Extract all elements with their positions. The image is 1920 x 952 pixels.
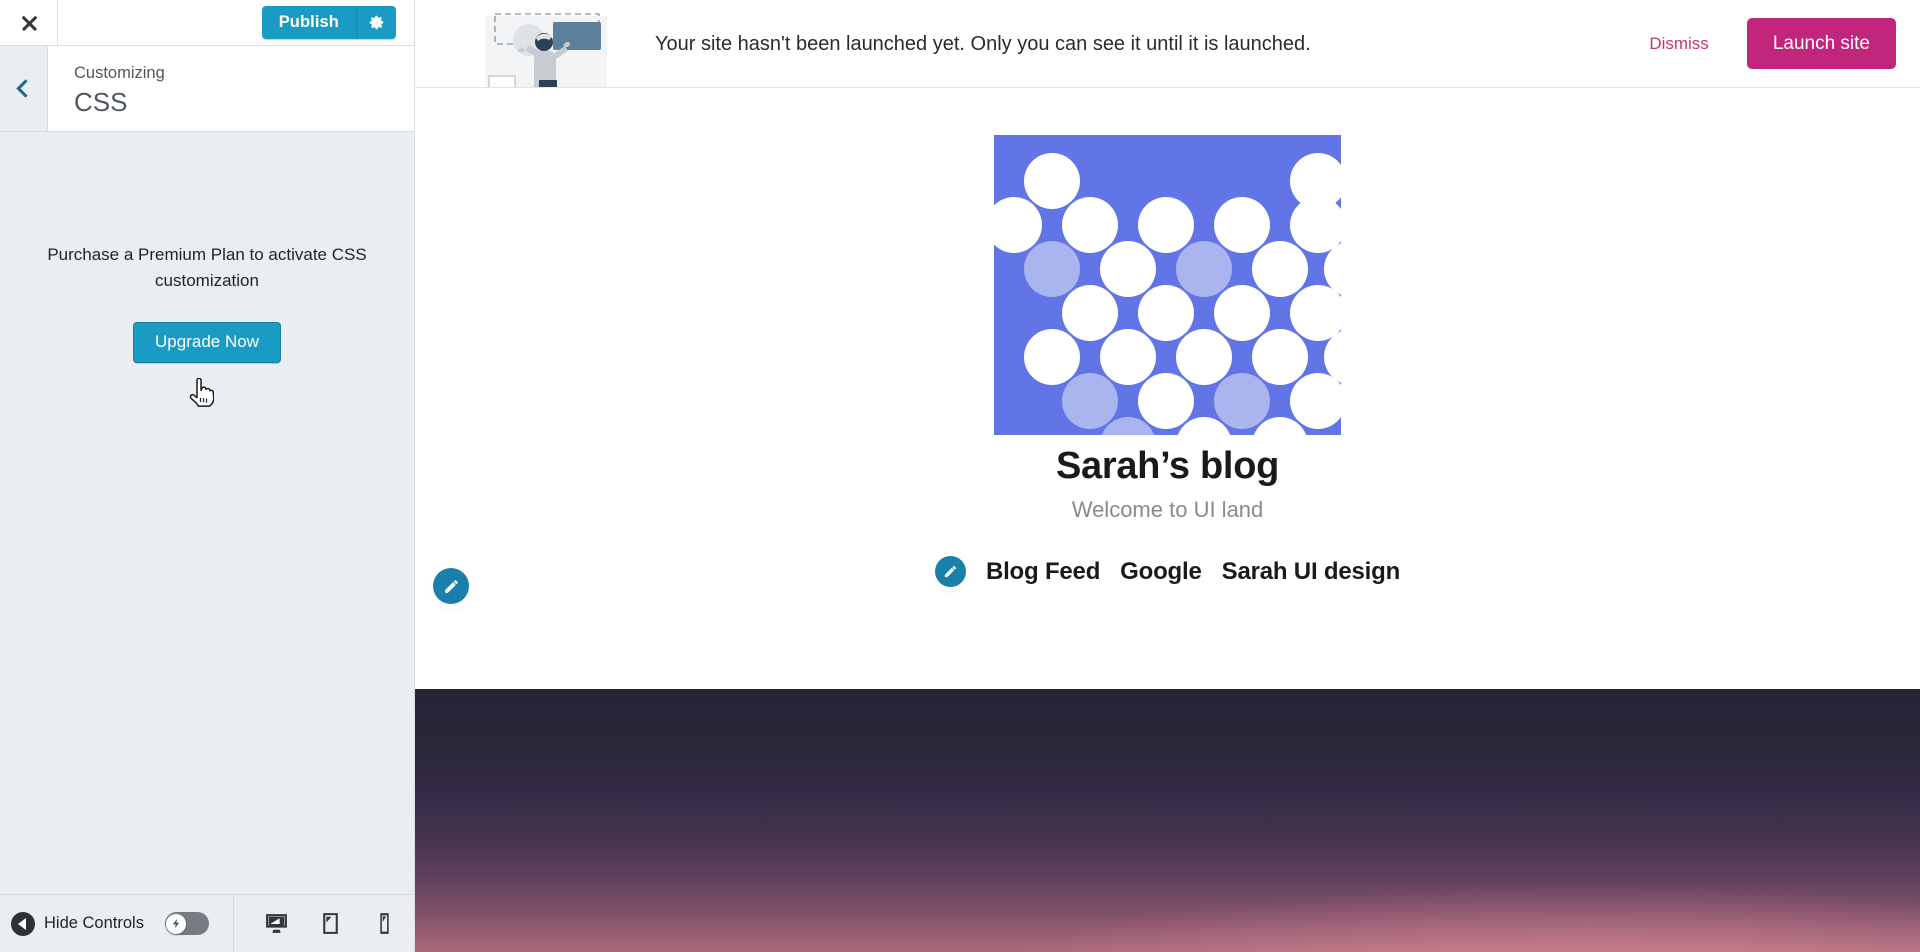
pencil-edit-icon bbox=[944, 565, 957, 578]
site-header-area: Sarah’s blog Welcome to UI land Blog Fee… bbox=[415, 135, 1920, 689]
page-title: CSS bbox=[74, 87, 128, 118]
desktop-icon bbox=[266, 914, 288, 933]
customizer-app: Publish Customizing CSS Purchase a Premi… bbox=[0, 0, 1920, 952]
upgrade-now-button[interactable]: Upgrade Now bbox=[133, 322, 281, 363]
hide-controls-button[interactable]: Hide Controls bbox=[0, 895, 144, 952]
close-icon bbox=[19, 13, 39, 33]
device-tablet-button[interactable] bbox=[316, 909, 346, 939]
customizer-sidebar: Publish Customizing CSS Purchase a Premi… bbox=[0, 0, 415, 952]
customizer-footer: Hide Controls bbox=[0, 894, 414, 952]
customizer-topbar: Publish bbox=[0, 0, 414, 46]
banner-message: Your site hasn't been launched yet. Only… bbox=[655, 32, 1311, 55]
mobile-icon bbox=[380, 913, 390, 934]
pencil-edit-icon bbox=[444, 579, 458, 593]
launch-site-button[interactable]: Launch site bbox=[1746, 18, 1896, 69]
close-customizer-button[interactable] bbox=[0, 0, 58, 46]
panel-body: Purchase a Premium Plan to activate CSS … bbox=[0, 132, 414, 894]
panel-eyebrow: Customizing bbox=[74, 64, 165, 82]
site-preview: Your site hasn't been launched yet. Only… bbox=[415, 0, 1920, 952]
nav-item-blog-feed[interactable]: Blog Feed bbox=[986, 558, 1100, 586]
publish-button[interactable]: Publish bbox=[261, 6, 356, 39]
panel-header: Customizing CSS bbox=[0, 46, 414, 132]
launch-banner: Your site hasn't been launched yet. Only… bbox=[415, 0, 1920, 88]
publish-button-group: Publish bbox=[261, 6, 396, 39]
panel-back-button[interactable] bbox=[0, 46, 48, 131]
nav-item-sarah-ui-design[interactable]: Sarah UI design bbox=[1222, 558, 1401, 586]
sunset-gradient-photo bbox=[415, 689, 1920, 952]
toggle-knob bbox=[166, 913, 187, 934]
edit-header-shortcut-button[interactable] bbox=[433, 568, 469, 604]
previewed-site: Sarah’s blog Welcome to UI land Blog Fee… bbox=[415, 88, 1920, 952]
lightning-bolt-icon bbox=[172, 918, 180, 929]
chevron-left-icon bbox=[16, 79, 35, 98]
site-tagline: Welcome to UI land bbox=[1071, 497, 1264, 522]
tablet-icon bbox=[323, 913, 339, 934]
panel-titles: Customizing CSS bbox=[48, 46, 414, 131]
hide-controls-label: Hide Controls bbox=[44, 914, 144, 932]
site-title: Sarah’s blog bbox=[1055, 445, 1280, 487]
collapse-arrow-icon bbox=[11, 911, 35, 936]
device-mobile-button[interactable] bbox=[370, 909, 400, 939]
device-preview-group bbox=[232, 895, 400, 952]
gear-icon bbox=[369, 15, 384, 30]
edit-menu-shortcut-button[interactable] bbox=[934, 556, 966, 587]
blue-dots-pattern-image bbox=[994, 135, 1341, 435]
device-desktop-button[interactable] bbox=[262, 909, 292, 939]
upsell-message: Purchase a Premium Plan to activate CSS … bbox=[47, 245, 367, 290]
person-building-site-illustration bbox=[477, 0, 627, 87]
preview-mode-toggle[interactable] bbox=[164, 912, 209, 935]
site-navigation: Blog Feed Google Sarah UI design bbox=[415, 556, 1920, 587]
dismiss-banner-link[interactable]: Dismiss bbox=[1649, 34, 1709, 54]
publish-settings-button[interactable] bbox=[356, 6, 396, 39]
nav-item-google[interactable]: Google bbox=[1120, 558, 1202, 586]
